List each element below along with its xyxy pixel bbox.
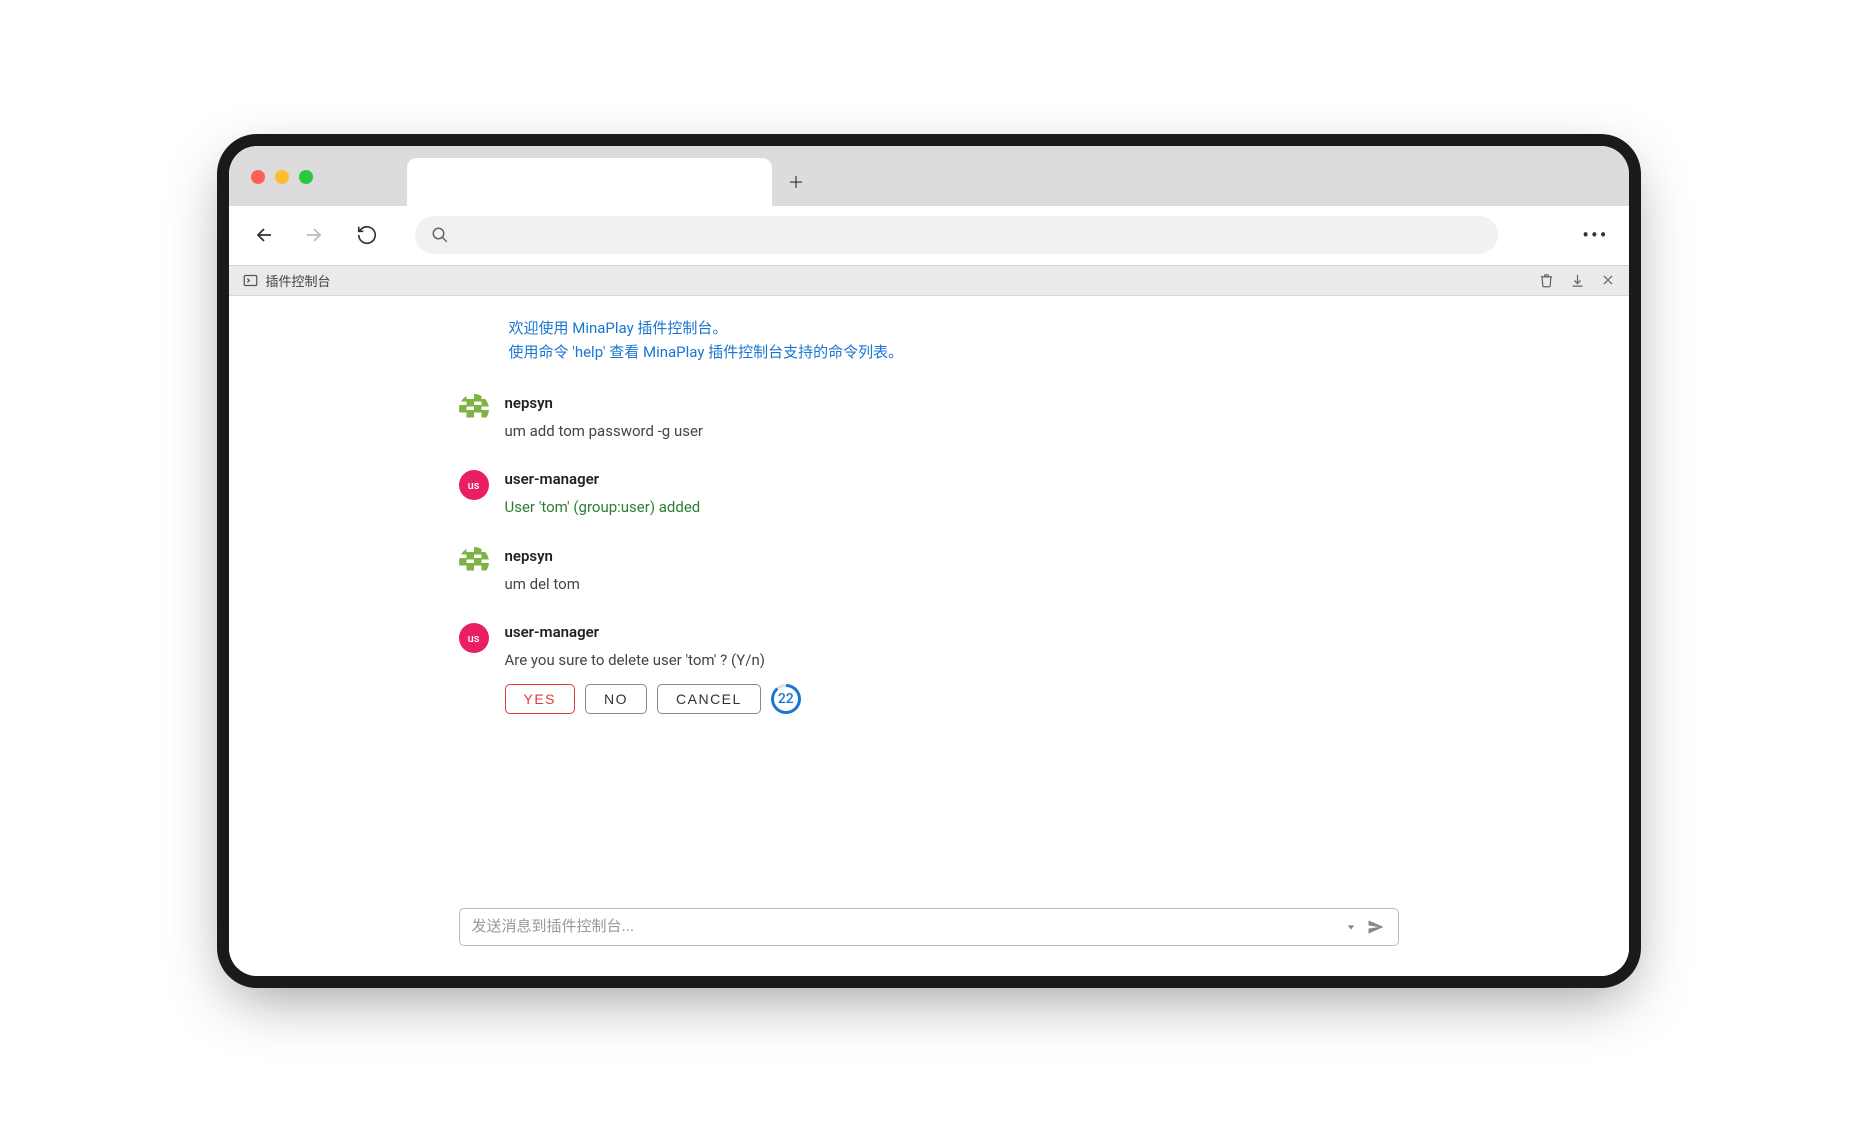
message-row: us user-manager Are you sure to delete u… [459,623,1399,714]
browser-tabs-bar [229,146,1629,206]
avatar: us [459,623,489,653]
message-author: user-manager [505,623,1399,641]
close-console-button[interactable] [1601,273,1615,287]
clear-button[interactable] [1539,273,1554,288]
input-options-button[interactable] [1346,922,1356,932]
yes-button[interactable]: YES [505,684,576,714]
input-bar [459,908,1399,946]
input-bar-wrap [459,908,1399,946]
message-row: nepsyn um del tom [459,547,1399,596]
send-icon [1366,917,1386,937]
window-controls [251,170,313,184]
plus-icon [787,173,805,191]
minimize-window-button[interactable] [275,170,289,184]
device-frame: ••• 插件控制台 欢迎使用 MinaPlay 插件控制台。 使用命令 'hel… [229,146,1629,976]
terminal-icon [243,273,258,288]
message-author: user-manager [505,470,1399,488]
arrow-left-icon [251,223,275,247]
reload-button[interactable] [353,221,381,249]
avatar-label: us [468,632,480,645]
arrow-right-icon [303,223,327,247]
search-icon [431,226,449,244]
new-tab-button[interactable] [772,158,820,206]
browser-tab[interactable] [407,158,772,206]
message-input[interactable] [472,918,1336,935]
close-window-button[interactable] [251,170,265,184]
download-button[interactable] [1570,273,1585,288]
chevron-down-icon [1346,922,1356,932]
avatar: us [459,470,489,500]
message-author: nepsyn [505,394,1399,412]
message-row: nepsyn um add tom password -g user [459,394,1399,443]
message-text: um del tom [505,573,1399,596]
message-text: um add tom password -g user [505,420,1399,443]
avatar [459,547,489,577]
back-button[interactable] [249,221,277,249]
countdown-value: 22 [778,691,794,707]
trash-icon [1539,273,1554,288]
welcome-line-2: 使用命令 'help' 查看 MinaPlay 插件控制台支持的命令列表。 [509,340,1399,364]
cancel-button[interactable]: CANCEL [657,684,761,714]
countdown-timer: 22 [771,684,801,714]
address-bar[interactable] [415,216,1499,254]
send-button[interactable] [1366,917,1386,937]
no-button[interactable]: NO [585,684,647,714]
welcome-message: 欢迎使用 MinaPlay 插件控制台。 使用命令 'help' 查看 Mina… [509,316,1399,364]
avatar-label: us [468,479,480,492]
maximize-window-button[interactable] [299,170,313,184]
message-author: nepsyn [505,547,1399,565]
download-icon [1570,273,1585,288]
dots-icon: ••• [1582,223,1608,247]
message-text: User 'tom' (group:user) added [505,496,1399,519]
message-row: us user-manager User 'tom' (group:user) … [459,470,1399,519]
welcome-line-1: 欢迎使用 MinaPlay 插件控制台。 [509,316,1399,340]
console-body: 欢迎使用 MinaPlay 插件控制台。 使用命令 'help' 查看 Mina… [229,296,1629,976]
reload-icon [356,224,378,246]
forward-button[interactable] [301,221,329,249]
browser-toolbar: ••• [229,206,1629,266]
confirm-actions: YES NO CANCEL 22 [505,684,1399,714]
console-header: 插件控制台 [229,266,1629,296]
close-icon [1601,273,1615,287]
message-text: Are you sure to delete user 'tom' ? (Y/n… [505,649,1399,672]
console-title: 插件控制台 [266,271,331,290]
more-menu-button[interactable]: ••• [1582,223,1608,247]
avatar [459,394,489,424]
